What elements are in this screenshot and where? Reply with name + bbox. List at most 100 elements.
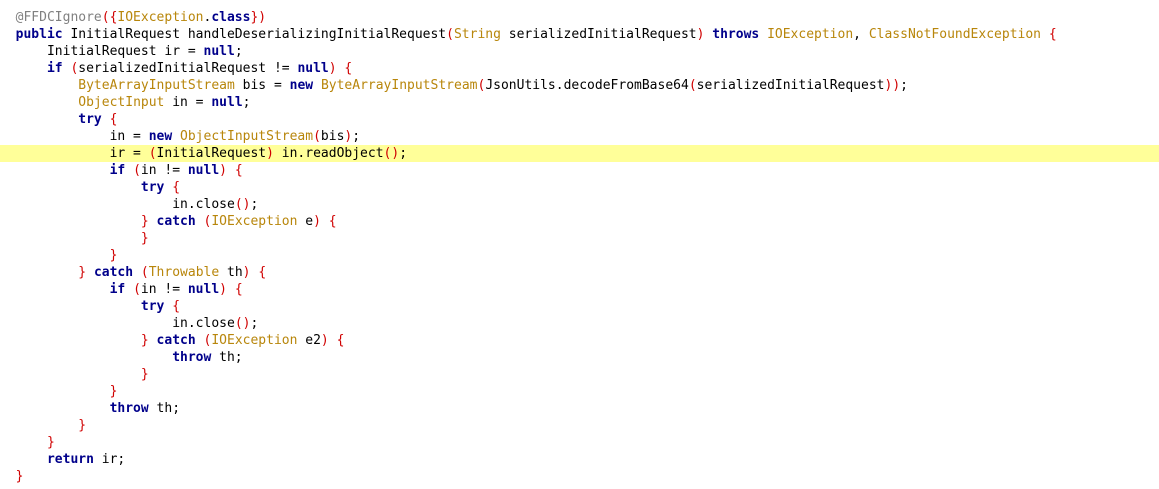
code-token: catch bbox=[156, 214, 196, 229]
code-token: serializedInitialRequest != bbox=[78, 61, 298, 76]
code-line[interactable]: } bbox=[0, 230, 1159, 247]
code-editor[interactable]: @FFDCIgnore({IOException.class}) public … bbox=[0, 0, 1159, 489]
code-line[interactable]: throw th; bbox=[0, 400, 1159, 417]
code-token: ( bbox=[313, 129, 321, 144]
code-token: ) bbox=[892, 78, 901, 93]
code-line[interactable]: try { bbox=[0, 111, 1159, 128]
code-token: ) bbox=[320, 333, 329, 348]
code-token: ; bbox=[900, 78, 908, 93]
code-token: null bbox=[211, 95, 243, 110]
code-token: throw bbox=[109, 401, 149, 416]
code-line[interactable]: } catch (IOException e2) { bbox=[0, 332, 1159, 349]
code-token: ByteArrayInputStream bbox=[320, 78, 478, 93]
code-line[interactable]: @FFDCIgnore({IOException.class}) bbox=[0, 9, 1159, 26]
code-line[interactable]: } bbox=[0, 366, 1159, 383]
code-token: Throwable bbox=[148, 265, 220, 280]
code-line[interactable]: } catch (IOException e) { bbox=[0, 213, 1159, 230]
code-line[interactable]: } catch (Throwable th) { bbox=[0, 264, 1159, 281]
code-line[interactable]: } bbox=[0, 247, 1159, 264]
code-token: try bbox=[140, 299, 165, 314]
code-token: ByteArrayInputStream bbox=[78, 78, 235, 93]
code-token: ) bbox=[219, 163, 227, 178]
code-token: } bbox=[140, 333, 149, 348]
code-token: in.close bbox=[172, 197, 235, 212]
code-line[interactable]: } bbox=[0, 383, 1159, 400]
code-token: IOException bbox=[211, 214, 298, 229]
code-token: th bbox=[219, 265, 243, 280]
code-token: serializedInitialRequest bbox=[500, 27, 697, 42]
code-token: { bbox=[1048, 27, 1057, 42]
code-token: ClassNotFoundException bbox=[868, 27, 1041, 42]
code-line[interactable]: in.close(); bbox=[0, 196, 1159, 213]
code-line[interactable]: public InitialRequest handleDeserializin… bbox=[0, 26, 1159, 43]
code-token: ; bbox=[250, 316, 259, 331]
code-line[interactable]: throw th; bbox=[0, 349, 1159, 366]
code-token: ObjectInput bbox=[78, 95, 165, 110]
code-line[interactable]: in = new ObjectInputStream(bis); bbox=[0, 128, 1159, 145]
code-line[interactable]: } bbox=[0, 417, 1159, 434]
code-token: String bbox=[453, 27, 501, 42]
code-token: ; bbox=[250, 197, 259, 212]
code-line[interactable]: } bbox=[0, 434, 1159, 451]
code-token: JsonUtils.decodeFromBase64 bbox=[485, 78, 689, 93]
code-line[interactable]: if (serializedInitialRequest != null) { bbox=[0, 60, 1159, 77]
code-line[interactable]: if (in != null) { bbox=[0, 281, 1159, 298]
code-token: throw bbox=[172, 350, 212, 365]
code-token: ir; bbox=[93, 452, 126, 467]
code-line[interactable]: return ir; bbox=[0, 451, 1159, 468]
code-token: ( bbox=[133, 163, 141, 178]
code-token: InitialRequest handleDeserializingInitia… bbox=[62, 27, 447, 42]
code-line[interactable]: in.close(); bbox=[0, 315, 1159, 332]
current-code-line[interactable]: ir = (InitialRequest) in.readObject(); bbox=[0, 145, 1159, 162]
code-line[interactable]: InitialRequest ir = null; bbox=[0, 43, 1159, 60]
code-token: in.close bbox=[172, 316, 235, 331]
code-line[interactable]: ObjectInput in = null; bbox=[0, 94, 1159, 111]
code-token: } bbox=[78, 265, 87, 280]
code-token: IOException bbox=[117, 10, 204, 25]
code-token: public bbox=[15, 27, 63, 42]
code-token: } bbox=[140, 231, 149, 246]
code-line[interactable]: ByteArrayInputStream bis = new ByteArray… bbox=[0, 77, 1159, 94]
code-token: ) bbox=[242, 265, 251, 280]
code-token: if bbox=[46, 61, 63, 76]
code-token: { bbox=[328, 214, 337, 229]
code-token: catch bbox=[156, 333, 196, 348]
code-token: ) bbox=[219, 282, 227, 297]
code-token: ( bbox=[140, 265, 149, 280]
code-token: in = bbox=[164, 95, 212, 110]
code-token: if bbox=[109, 282, 126, 297]
code-token: ; bbox=[242, 95, 251, 110]
code-token: e2 bbox=[297, 333, 321, 348]
code-token: { bbox=[109, 112, 118, 127]
code-line[interactable]: if (in != null) { bbox=[0, 162, 1159, 179]
code-lines: @FFDCIgnore({IOException.class}) public … bbox=[0, 9, 1159, 485]
code-token: ; bbox=[352, 129, 361, 144]
code-token: { bbox=[258, 265, 267, 280]
code-token: InitialRequest bbox=[156, 146, 267, 161]
code-line[interactable]: try { bbox=[0, 298, 1159, 315]
code-token: ) bbox=[391, 146, 400, 161]
code-line[interactable]: try { bbox=[0, 179, 1159, 196]
code-line[interactable]: } bbox=[0, 468, 1159, 485]
